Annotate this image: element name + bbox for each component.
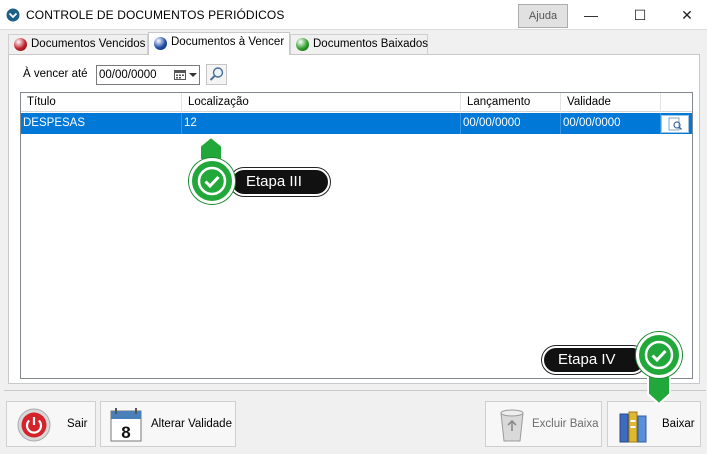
tab-label: Documentos à Vencer [171, 36, 285, 48]
alterar-validade-label: Alterar Validade [151, 418, 232, 430]
step-3-callout: Etapa III [186, 136, 336, 216]
step-4-callout: Etapa IV [540, 332, 690, 412]
tab-documentos-baixados[interactable]: Documentos Baixados [290, 34, 428, 54]
cell-titulo: DESPESAS [21, 113, 182, 134]
recycle-bin-icon [500, 409, 524, 442]
cell-validade: 00/00/0000 [561, 113, 661, 134]
calendar-icon[interactable] [174, 69, 186, 80]
green-ball-icon [296, 38, 309, 51]
power-icon [17, 408, 51, 442]
title-bar: CONTROLE DE DOCUMENTOS PERIÓDICOS Ajuda … [0, 0, 707, 30]
table-header: Título Localização Lançamento Validade [21, 93, 692, 112]
close-button[interactable]: ✕ [664, 0, 707, 30]
table-row[interactable]: DESPESAS 12 00/00/0000 00/00/0000 [21, 113, 692, 134]
column-header-lancamento[interactable]: Lançamento [461, 93, 561, 112]
app-icon [6, 8, 20, 22]
filter-label: À vencer até [23, 68, 88, 80]
date-value: 00/00/0000 [99, 69, 157, 81]
callout-pointer-up [199, 136, 223, 160]
baixar-label: Baixar [662, 418, 695, 430]
cell-localizacao: 12 [182, 113, 461, 134]
view-document-button[interactable] [661, 115, 689, 133]
tab-documentos-vencidos[interactable]: Documentos Vencidos [8, 34, 148, 54]
blue-ball-icon [154, 37, 167, 50]
callout-pointer-down [647, 374, 671, 406]
step-3-label: Etapa III [230, 168, 330, 196]
excluir-baixa-label: Excluir Baixa [532, 418, 599, 430]
tab-label: Documentos Vencidos [31, 38, 146, 50]
column-header-localizacao[interactable]: Localização [182, 93, 461, 112]
search-button[interactable] [206, 64, 227, 85]
column-header-validade[interactable]: Validade [561, 93, 661, 112]
sair-label: Sair [67, 418, 88, 430]
search-icon [209, 67, 224, 81]
step-4-label: Etapa IV [542, 346, 646, 374]
calendar-day: 8 [121, 423, 130, 442]
tab-documentos-a-vencer[interactable]: Documentos à Vencer [148, 32, 290, 55]
books-icon [619, 411, 647, 443]
cell-lancamento: 00/00/0000 [461, 113, 561, 134]
alterar-validade-button[interactable]: 8 Alterar Validade [100, 401, 236, 447]
calendar-icon: 8 [110, 408, 142, 442]
maximize-button[interactable]: ☐ [617, 0, 663, 30]
minimize-button[interactable]: — [568, 0, 614, 30]
check-icon [189, 158, 235, 204]
chevron-down-icon[interactable] [189, 73, 197, 77]
red-ball-icon [14, 38, 27, 51]
check-icon [636, 332, 682, 378]
date-input[interactable]: 00/00/0000 [96, 65, 200, 85]
column-header-titulo[interactable]: Título [21, 93, 182, 112]
sair-button[interactable]: Sair [6, 401, 96, 447]
help-button[interactable]: Ajuda [518, 4, 568, 28]
magnifier-document-icon [668, 117, 682, 131]
window-title: CONTROLE DE DOCUMENTOS PERIÓDICOS [26, 8, 285, 22]
tab-label: Documentos Baixados [313, 38, 429, 50]
